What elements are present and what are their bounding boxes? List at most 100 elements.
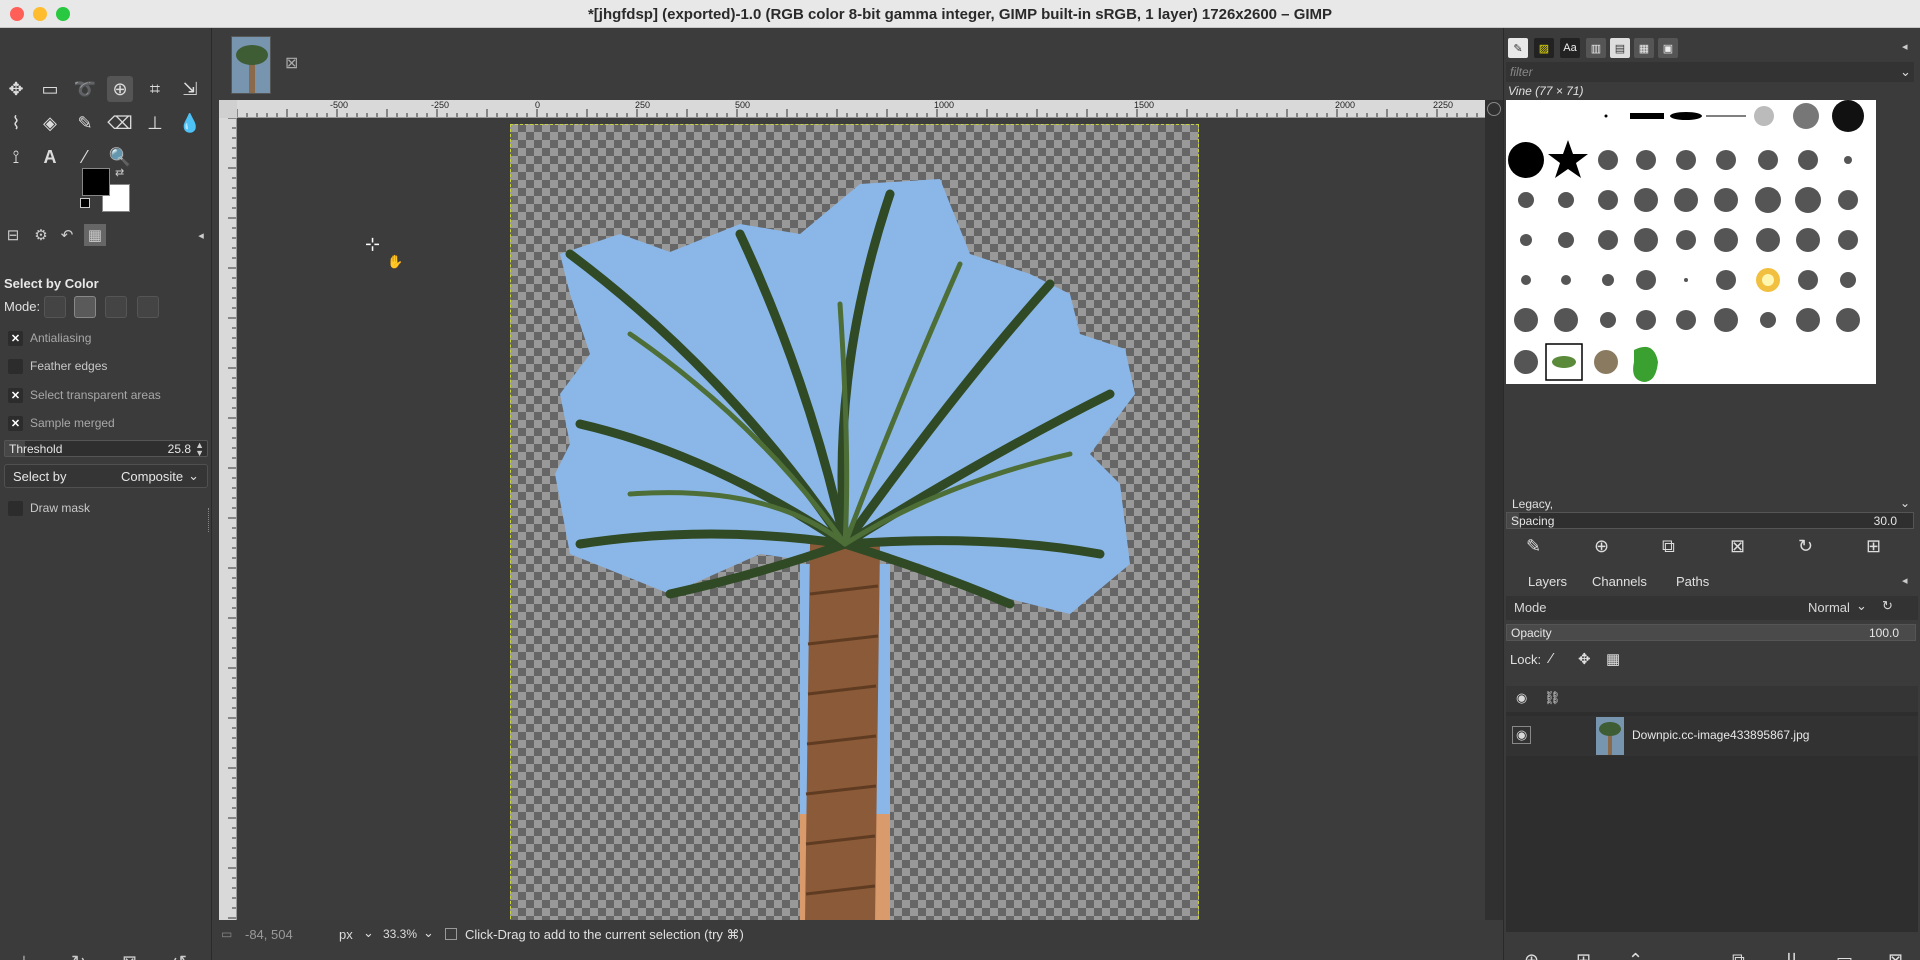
brushes-tab-icon[interactable]: ✎ bbox=[1508, 38, 1528, 58]
transform-icon[interactable]: ⇲ bbox=[177, 76, 203, 102]
chain-icon[interactable]: ⛓ bbox=[1544, 690, 1561, 706]
reset-options-icon[interactable]: ↺ bbox=[172, 952, 187, 960]
new-layer-icon[interactable]: ⊕ bbox=[1524, 950, 1539, 960]
brush-filter-input[interactable]: filter bbox=[1506, 62, 1914, 82]
layer-visibility-icon[interactable]: ◉ bbox=[1512, 726, 1532, 744]
palettes-tab-icon[interactable]: ▥ bbox=[1586, 38, 1606, 58]
save-preset-icon[interactable]: ⤓ bbox=[20, 952, 28, 960]
lock-pixels-icon[interactable]: ⁄ bbox=[1550, 650, 1553, 667]
image-canvas[interactable] bbox=[510, 124, 1199, 924]
merge-layer-icon[interactable]: ⇊ bbox=[1784, 950, 1799, 960]
feather-edges-checkbox[interactable] bbox=[8, 358, 23, 374]
gradients-tab-icon[interactable]: ▦ bbox=[1634, 38, 1654, 58]
new-layer-group-icon[interactable]: ⊞ bbox=[1576, 950, 1591, 960]
eraser-icon[interactable]: ⌫ bbox=[107, 110, 133, 136]
warp-icon[interactable]: ⌇ bbox=[3, 110, 29, 136]
reset-mode-icon[interactable]: ↻ bbox=[1882, 598, 1893, 614]
crop-icon[interactable]: ⌗ bbox=[142, 76, 168, 102]
delete-brush-icon[interactable]: ⊠ bbox=[1730, 536, 1745, 557]
device-status-tab[interactable]: ⚙ bbox=[30, 224, 52, 246]
canvas-viewport[interactable]: ⊹ ✋ bbox=[237, 118, 1485, 924]
smudge-icon[interactable]: 💧 bbox=[177, 110, 203, 136]
layer-mode-dropdown[interactable]: Normal bbox=[1808, 600, 1850, 615]
antialiasing-checkbox[interactable]: ✕ bbox=[8, 330, 23, 346]
layers-list[interactable]: ◉ ⛓ ◉ Downpic.cc-image433895867.jpg bbox=[1506, 686, 1918, 932]
select-transparent-checkbox[interactable]: ✕ bbox=[8, 387, 23, 403]
lock-position-icon[interactable]: ✥ bbox=[1578, 650, 1591, 668]
configure-tab-icon[interactable]: ◂ bbox=[1902, 574, 1908, 587]
edit-brush-icon[interactable]: ✎ bbox=[1526, 536, 1541, 557]
lasso-icon[interactable]: ➰ bbox=[72, 76, 98, 102]
select-by-dropdown[interactable]: Select by Composite ⌄ bbox=[4, 464, 208, 488]
draw-mask-option[interactable]: Draw mask bbox=[8, 498, 90, 518]
layer-name[interactable]: Downpic.cc-image433895867.jpg bbox=[1632, 728, 1809, 742]
vertical-ruler[interactable] bbox=[219, 118, 237, 924]
paths-icon[interactable]: ⟟ bbox=[3, 144, 29, 170]
rect-select-icon[interactable]: ▭ bbox=[37, 76, 63, 102]
image-thumbnail-tab[interactable] bbox=[231, 36, 271, 94]
mode-subtract-button[interactable] bbox=[105, 296, 127, 318]
spacing-slider[interactable]: Spacing 30.0 bbox=[1506, 512, 1914, 529]
mode-replace-button[interactable] bbox=[44, 296, 66, 318]
draw-mask-checkbox[interactable] bbox=[8, 500, 23, 516]
threshold-slider[interactable]: Threshold 25.8 ▲ ▼ bbox=[4, 440, 208, 458]
color-picker-icon[interactable]: ⁄ bbox=[72, 144, 98, 170]
move-icon[interactable]: ✥ bbox=[3, 76, 29, 102]
undo-history-tab[interactable]: ↶ bbox=[56, 224, 78, 246]
layer-opacity-slider[interactable]: Opacity 100.0 bbox=[1506, 624, 1916, 641]
tab-paths[interactable]: Paths bbox=[1676, 574, 1709, 589]
document-tab-icon[interactable]: ▤ bbox=[1610, 38, 1630, 58]
panel-resize-handle[interactable] bbox=[208, 508, 211, 532]
select-by-color-icon[interactable]: ⊕ bbox=[107, 76, 133, 102]
tab-layers[interactable]: Layers bbox=[1528, 574, 1567, 589]
quick-mask-toggle[interactable]: ▭ bbox=[221, 927, 232, 941]
lower-layer-icon[interactable]: ⌄ bbox=[1680, 950, 1695, 960]
duplicate-layer-icon[interactable]: ⧉ bbox=[1732, 950, 1745, 960]
lock-alpha-icon[interactable]: ▦ bbox=[1606, 650, 1620, 668]
paintbrush-icon[interactable]: ✎ bbox=[72, 110, 98, 136]
horizontal-ruler[interactable]: -500 -250 0 250 500 1000 1500 2000 2250 bbox=[237, 100, 1485, 118]
open-brush-icon[interactable]: ⊞ bbox=[1866, 536, 1881, 557]
tool-options-tab[interactable]: ⊟ bbox=[2, 224, 24, 246]
duplicate-brush-icon[interactable]: ⧉ bbox=[1662, 536, 1675, 557]
sample-merged-checkbox[interactable]: ✕ bbox=[8, 415, 23, 431]
refresh-brushes-icon[interactable]: ↻ bbox=[1798, 536, 1813, 557]
feather-edges-option[interactable]: Feather edges bbox=[8, 356, 107, 376]
eye-icon[interactable]: ◉ bbox=[1516, 690, 1527, 706]
brush-grid[interactable] bbox=[1506, 100, 1876, 384]
select-transparent-option[interactable]: ✕ Select transparent areas bbox=[8, 385, 161, 405]
unit-dropdown[interactable]: px ⌄ bbox=[333, 924, 379, 946]
text-icon[interactable]: A bbox=[37, 144, 63, 170]
configure-tab-icon[interactable]: ◂ bbox=[190, 224, 212, 246]
fonts-tab-icon[interactable]: Aa bbox=[1560, 38, 1580, 58]
layer-row[interactable]: ◉ Downpic.cc-image433895867.jpg bbox=[1506, 716, 1918, 756]
default-colors-icon[interactable] bbox=[80, 198, 90, 208]
delete-layer-icon[interactable]: ⊠ bbox=[1888, 950, 1903, 960]
sample-merged-option[interactable]: ✕ Sample merged bbox=[8, 413, 115, 433]
clone-icon[interactable]: ⊥ bbox=[142, 110, 168, 136]
navigate-icon[interactable] bbox=[1487, 102, 1501, 116]
mode-add-button[interactable] bbox=[74, 296, 96, 318]
mode-intersect-button[interactable] bbox=[137, 296, 159, 318]
close-image-icon[interactable]: ⊠ bbox=[285, 53, 298, 73]
delete-preset-icon[interactable]: ⊠ bbox=[122, 952, 137, 960]
bucket-fill-icon[interactable]: ◈ bbox=[37, 110, 63, 136]
restore-preset-icon[interactable]: ↻ bbox=[71, 952, 86, 960]
zoom-dropdown[interactable]: 33.3% ⌄ bbox=[381, 924, 443, 946]
patterns-tab-icon[interactable]: ▨ bbox=[1534, 38, 1554, 58]
ruler-corner-icon[interactable] bbox=[219, 100, 237, 118]
antialiasing-option[interactable]: ✕ Antialiasing bbox=[8, 328, 91, 348]
new-brush-icon[interactable]: ⊕ bbox=[1594, 536, 1609, 557]
foreground-color-swatch[interactable] bbox=[82, 168, 110, 196]
swap-colors-icon[interactable]: ⇄ bbox=[115, 166, 124, 179]
spin-arrows-icon[interactable]: ▲ ▼ bbox=[195, 441, 204, 458]
tab-channels[interactable]: Channels bbox=[1592, 574, 1647, 589]
configure-tab-icon[interactable]: ◂ bbox=[1902, 40, 1908, 53]
mask-layer-icon[interactable]: ▭ bbox=[1836, 950, 1853, 960]
templates-tab-icon[interactable]: ▣ bbox=[1658, 38, 1678, 58]
raise-layer-icon[interactable]: ⌃ bbox=[1628, 950, 1643, 960]
vertical-scrollbar[interactable] bbox=[1485, 100, 1503, 924]
brush-preset-dropdown[interactable]: Legacy, ⌄ bbox=[1506, 494, 1918, 514]
chevron-down-icon[interactable]: ⌄ bbox=[1900, 64, 1911, 80]
images-tab[interactable]: ▦ bbox=[84, 224, 106, 246]
